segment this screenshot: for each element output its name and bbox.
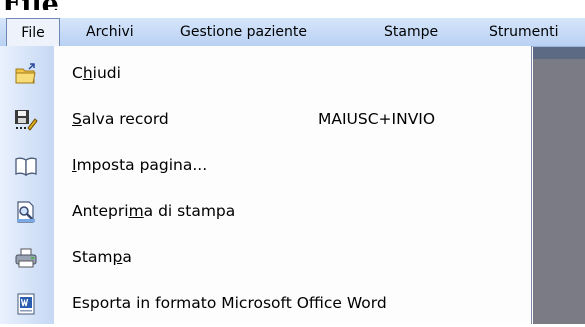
- menu-item-shortcut: MAIUSC+INVIO: [318, 110, 436, 128]
- menu-item-imposta-pagina[interactable]: Imposta pagina...: [0, 143, 532, 189]
- page-title: File: [2, 0, 59, 10]
- menu-item-label: Chiudi: [72, 64, 121, 82]
- menu-item-esporta-word[interactable]: Esporta in formato Microsoft Office Word: [0, 281, 532, 327]
- menu-gestione-paziente[interactable]: Gestione paziente: [180, 18, 307, 46]
- menu-stampe[interactable]: Stampe: [384, 18, 438, 46]
- menu-item-label: Salva record: [72, 110, 169, 128]
- page-setup-icon: [14, 154, 38, 178]
- file-menu-dropdown: Chiudi Salva record MAIUSC+INVIO Imposta…: [0, 46, 532, 324]
- menu-item-label: Anteprima di stampa: [72, 202, 236, 220]
- menu-file[interactable]: File: [6, 18, 60, 46]
- printer-icon: [14, 246, 38, 270]
- print-preview-icon: [14, 200, 38, 224]
- menu-item-label: Stampa: [72, 248, 132, 266]
- save-record-icon: [14, 108, 38, 132]
- folder-exit-icon: [14, 62, 38, 86]
- menu-bar: File Archivi Gestione paziente Stampe St…: [0, 18, 585, 47]
- menu-archivi[interactable]: Archivi: [86, 18, 134, 46]
- menu-item-stampa[interactable]: Stampa: [0, 235, 532, 281]
- menu-item-label: Esporta in formato Microsoft Office Word: [72, 294, 387, 312]
- word-export-icon: [14, 292, 38, 316]
- background-window: [533, 47, 585, 324]
- menu-item-label: Imposta pagina...: [72, 156, 208, 174]
- menu-item-anteprima-di-stampa[interactable]: Anteprima di stampa: [0, 189, 532, 235]
- menu-item-chiudi[interactable]: Chiudi: [0, 51, 532, 97]
- menu-strumenti[interactable]: Strumenti: [489, 18, 559, 46]
- menu-item-salva-record[interactable]: Salva record MAIUSC+INVIO: [0, 97, 532, 143]
